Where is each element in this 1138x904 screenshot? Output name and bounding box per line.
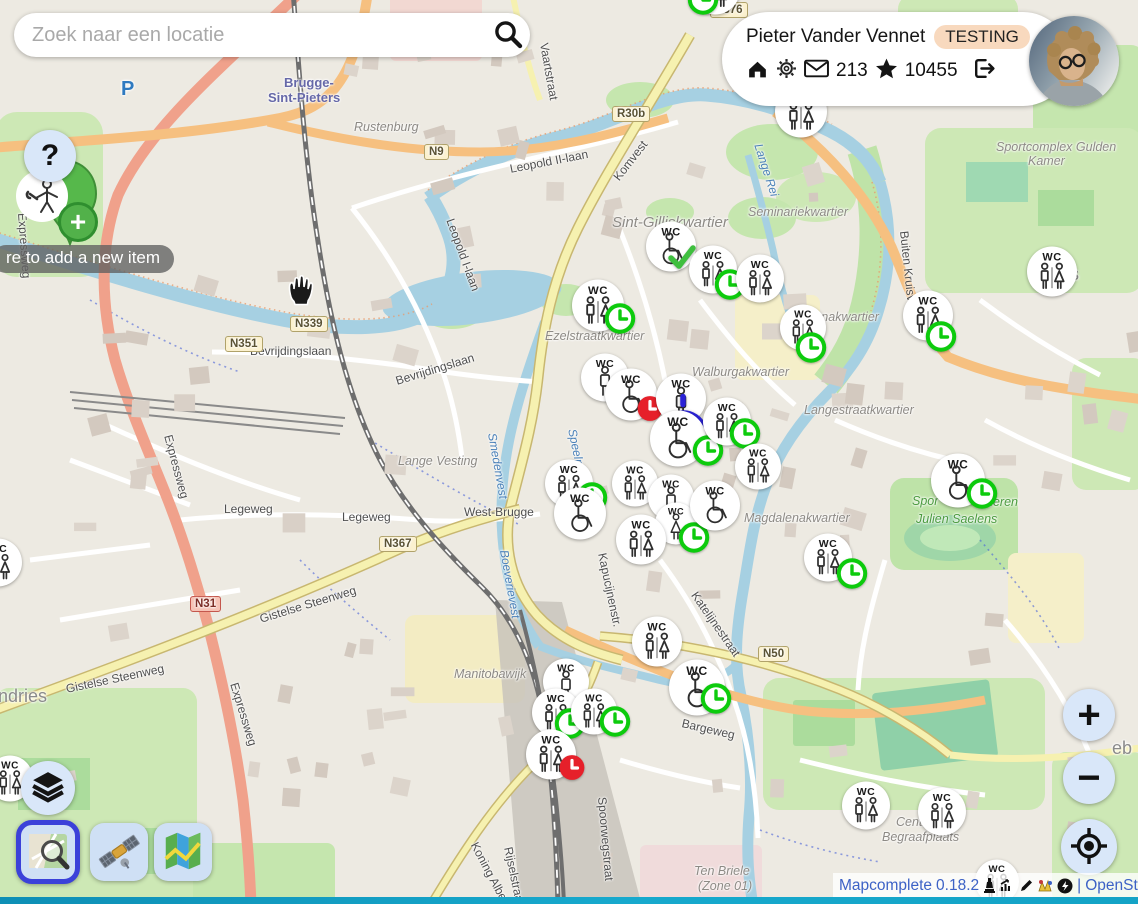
plus-icon: + (70, 208, 86, 236)
map-marker-wc-wheelchair[interactable]: WC (690, 481, 740, 536)
mapcomplete-link[interactable]: Mapcomplete (839, 877, 932, 895)
zoom-out-button[interactable]: − (1063, 752, 1115, 804)
home-icon[interactable] (746, 57, 769, 85)
status-badge-clock (924, 320, 958, 359)
svg-text:WC: WC (626, 465, 644, 476)
svg-text:WC: WC (749, 448, 767, 459)
status-badge-clock (794, 331, 828, 370)
svg-text:WC: WC (751, 259, 770, 271)
star-icon[interactable] (875, 57, 898, 85)
edit-pencil-icon[interactable] (1019, 878, 1034, 893)
status-badge-clock (835, 557, 869, 596)
zoom-in-button[interactable]: + (1063, 689, 1115, 741)
svg-text:WC: WC (819, 538, 838, 550)
testing-badge: TESTING (934, 25, 1030, 49)
search-icon (491, 17, 525, 54)
svg-text:WC: WC (667, 415, 689, 429)
svg-text:WC: WC (705, 486, 724, 498)
svg-text:WC: WC (857, 786, 876, 798)
mapcomplete-app: Brugge-Sint-PietersRustenburgSint-Gillis… (0, 0, 1138, 904)
background-style-satellite-button[interactable] (90, 823, 148, 881)
attribution-bar: Mapcomplete 0.18.2 | OpenStreetMap (833, 873, 1138, 898)
map-marker-wc-mf[interactable]: WC (616, 515, 666, 570)
geolocate-crosshair-icon (1070, 827, 1108, 868)
svg-text:WC: WC (588, 285, 608, 297)
map-marker-wc-wheelchair[interactable]: WC (554, 488, 606, 545)
help-button[interactable]: ? (24, 130, 76, 182)
svg-text:WC: WC (933, 792, 952, 804)
changesets-count: 10455 (905, 60, 958, 82)
svg-text:WC: WC (718, 402, 737, 414)
minus-glyph: − (1077, 756, 1100, 801)
logout-icon[interactable] (971, 56, 996, 86)
plus-glyph: + (1077, 693, 1100, 738)
svg-text:WC: WC (631, 520, 650, 532)
map-marker-wc-mf[interactable]: WC (1027, 247, 1077, 302)
geolocate-button[interactable] (1061, 819, 1117, 875)
map-marker-wc-mf[interactable]: WC (736, 255, 784, 308)
svg-text:WC: WC (547, 693, 566, 705)
status-badge-clock (598, 705, 632, 744)
svg-text:WC: WC (585, 693, 603, 704)
svg-text:WC: WC (704, 250, 723, 262)
user-name: Pieter Vander Vennet (746, 26, 925, 48)
svg-text:WC: WC (621, 374, 641, 386)
svg-text:WC: WC (570, 493, 590, 505)
satellite-icon (96, 828, 142, 877)
svg-text:WC: WC (1, 760, 19, 771)
status-badge-clock-red (559, 754, 586, 786)
avatar[interactable] (1029, 16, 1119, 106)
statistics-icon[interactable] (1000, 878, 1015, 893)
map-magnifier-icon (26, 829, 70, 876)
openstreetmap-link[interactable]: OpenStreetMap (1085, 877, 1138, 895)
svg-text:WC: WC (662, 479, 680, 490)
svg-text:WC: WC (647, 622, 666, 634)
status-badge-clock (603, 302, 637, 341)
background-style-foldedmap-button[interactable] (154, 823, 212, 881)
svg-text:WC: WC (560, 464, 579, 476)
map-marker-wc-mf[interactable]: WC (735, 444, 781, 495)
community-icon[interactable] (1057, 878, 1073, 894)
search-button[interactable] (486, 13, 530, 57)
folded-map-icon (160, 828, 206, 877)
svg-text:WC: WC (948, 458, 969, 472)
svg-text:WC: WC (557, 663, 575, 674)
help-question-label: ? (41, 139, 59, 173)
josm-logo-icon[interactable] (1038, 879, 1053, 893)
map-marker-wc-mf[interactable]: WC (0, 539, 22, 592)
add-item-tooltip: re to add a new item (0, 245, 174, 273)
svg-text:WC: WC (661, 227, 680, 239)
status-badge-clock (699, 682, 733, 721)
search-bar (14, 13, 530, 57)
attribution-separator: | (1077, 877, 1081, 895)
bottom-accent-bar (0, 897, 1138, 904)
add-item-plus-button[interactable]: + (58, 202, 98, 242)
statue-icon[interactable] (983, 878, 996, 893)
map-marker-wc-mf[interactable]: WC (842, 782, 890, 835)
layers-button[interactable] (21, 761, 75, 815)
background-style-map-button[interactable] (16, 820, 80, 884)
map-marker-wc-mf[interactable]: WC (918, 788, 966, 841)
messages-count: 213 (836, 60, 868, 82)
svg-text:WC: WC (0, 543, 7, 555)
map-markers: WC WC WC WC (0, 0, 1138, 904)
search-input[interactable] (14, 24, 486, 47)
status-badge-clock (965, 477, 999, 516)
svg-text:WC: WC (541, 735, 560, 747)
user-panel: Pieter Vander Vennet TESTING (722, 12, 1070, 106)
svg-text:WC: WC (686, 664, 708, 678)
mapcomplete-version: 0.18.2 (936, 877, 979, 895)
svg-text:WC: WC (918, 296, 937, 308)
svg-text:WC: WC (1042, 252, 1061, 264)
status-badge-clock (686, 0, 720, 22)
settings-gear-icon[interactable] (776, 58, 797, 84)
svg-text:WC: WC (794, 309, 812, 320)
hand-cursor-icon (281, 270, 315, 315)
layers-icon (30, 769, 66, 808)
messages-mail-icon[interactable] (804, 59, 829, 83)
